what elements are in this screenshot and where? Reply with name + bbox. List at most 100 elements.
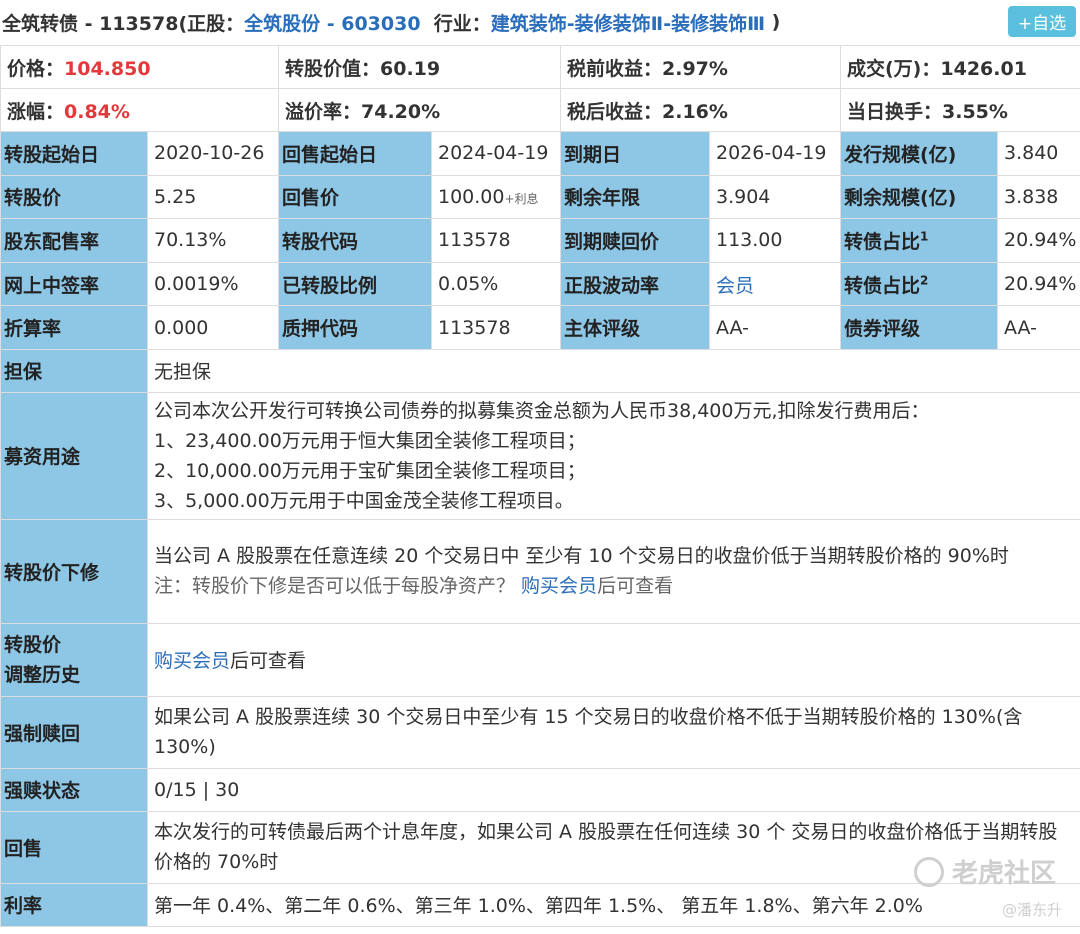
info-value-text: 0.000 <box>154 316 209 339</box>
info-value: 0.05% <box>431 261 561 307</box>
buy-member-link[interactable]: 购买会员 <box>521 575 597 597</box>
note-prefix: 注：转股价下修是否可以低于每股净资产？ <box>154 575 522 598</box>
summary-label: 成交(万)： <box>847 57 941 80</box>
adjust-history-label-line: 调整历史 <box>4 663 81 686</box>
info-value-text: 20.94% <box>1004 273 1077 296</box>
summary-cell: 当日换手：3.55% <box>839 88 1080 132</box>
info-value: 100.00+利息 <box>431 174 561 220</box>
info-label: 转债占比2 <box>840 261 998 307</box>
info-label: 转股价 <box>0 174 148 220</box>
forced-redeem-label: 强制赎回 <box>0 695 148 769</box>
info-value: 3.838 <box>996 174 1080 220</box>
info-label-text: 质押代码 <box>282 318 359 341</box>
info-value: 113.00 <box>709 218 841 263</box>
adjust-history-suffix: 后可查看 <box>230 650 307 673</box>
info-label-text: 折算率 <box>4 318 62 341</box>
author-watermark: @潘东升 <box>1001 901 1062 919</box>
info-label: 已转股比例 <box>278 261 432 307</box>
info-value-text: 2026-04-19 <box>716 142 827 165</box>
info-value-text: 2024-04-19 <box>438 142 549 165</box>
summary-label: 当日换手： <box>847 100 943 123</box>
summary-cell: 涨幅：0.84% <box>0 88 279 132</box>
summary-cell: 税前收益：2.97% <box>560 45 841 89</box>
bond-detail-table: 价格：104.850 转股价值：60.19 税前收益：2.97% 成交(万)：1426… <box>0 45 1080 927</box>
forced-redeem-row: 强制赎回 如果公司 A 股股票连续 30 个交易日中至少有 15 个交易日的收盘… <box>0 695 1080 769</box>
info-label-text: 已转股比例 <box>282 274 378 297</box>
guarantee-row: 担保 无担保 <box>0 348 1080 393</box>
info-value-text: 2020-10-26 <box>154 142 265 165</box>
down-revision-note: 注：转股价下修是否可以低于每股净资产？ 购买会员后可查看 <box>154 571 1074 601</box>
member-link[interactable]: 会员 <box>716 275 754 297</box>
info-label: 债券评级 <box>840 305 998 350</box>
info-label: 正股波动率 <box>560 261 710 307</box>
info-label-text: 转股价 <box>4 187 62 210</box>
funds-line: 公司本次公开发行可转换公司债券的拟募集资金总额为人民币38,400万元,扣除发行… <box>154 399 930 422</box>
industry-link[interactable]: 建筑装饰-装修装饰Ⅱ-装修装饰Ⅲ <box>491 9 765 36</box>
info-label-text: 回售起始日 <box>282 143 378 166</box>
summary-value: 3.55% <box>942 100 1008 123</box>
putback-label: 回售 <box>0 810 148 884</box>
down-revision-row: 转股价下修 当公司 A 股股票在任意连续 20 个交易日中 至少有 10 个交易… <box>0 518 1080 624</box>
info-label-text: 到期日 <box>564 143 622 166</box>
info-value: AA- <box>996 305 1080 350</box>
funds-line: 1、23,400.00万元用于恒大集团全装修工程项目； <box>154 429 586 452</box>
summary-cell: 税后收益：2.16% <box>560 88 841 132</box>
guarantee-value: 无担保 <box>146 348 1080 393</box>
interest-label: 利率 <box>0 882 148 927</box>
info-value: 20.94% <box>996 218 1080 263</box>
info-value-text: 100.00 <box>438 185 505 208</box>
info-label-text: 转债占比 <box>844 230 921 253</box>
add-watchlist-button[interactable]: +自选 <box>1008 6 1076 37</box>
close-paren: ) <box>765 11 781 33</box>
info-label-text: 转债占比 <box>844 274 921 297</box>
info-label-text: 转股代码 <box>282 230 359 253</box>
summary-value: 1426.01 <box>940 57 1027 80</box>
summary-row: 涨幅：0.84% 溢价率：74.20% 税后收益：2.16% 当日换手：3.55% <box>0 88 1080 132</box>
info-value[interactable]: 会员 <box>709 261 841 307</box>
summary-label: 转股价值： <box>285 57 381 80</box>
info-value-text: 3.904 <box>716 185 771 208</box>
info-row: 折算率 0.000 质押代码 113578 主体评级 AA- 债券评级 AA- <box>0 305 1080 350</box>
info-label: 转债占比1 <box>840 218 998 263</box>
info-label: 网上中签率 <box>0 261 148 307</box>
info-label: 发行规模(亿) <box>840 131 998 176</box>
summary-value: 60.19 <box>380 57 441 80</box>
funds-label: 募资用途 <box>0 391 148 520</box>
summary-label: 价格： <box>7 57 65 80</box>
summary-cell: 价格：104.850 <box>0 45 279 89</box>
adjust-history-label: 转股价 调整历史 <box>0 622 148 697</box>
summary-value: 2.97% <box>662 57 728 80</box>
info-value: 0.0019% <box>147 261 279 307</box>
footnote-mark: 2 <box>920 273 929 288</box>
funds-line: 2、10,000.00万元用于宝矿集团全装修工程项目； <box>154 459 586 482</box>
info-label-text: 正股波动率 <box>564 274 660 297</box>
info-label-text: 剩余年限 <box>564 187 641 210</box>
summary-row: 价格：104.850 转股价值：60.19 税前收益：2.97% 成交(万)：1426… <box>0 45 1080 89</box>
info-value: 5.25 <box>147 174 279 220</box>
summary-label: 税前收益： <box>567 57 663 80</box>
info-value: 113578 <box>431 305 561 350</box>
summary-cell: 成交(万)：1426.01 <box>839 45 1080 89</box>
info-label-text: 网上中签率 <box>4 274 100 297</box>
info-value-text: 0.0019% <box>154 273 239 296</box>
note-suffix: 后可查看 <box>597 575 674 598</box>
summary-label: 溢价率： <box>285 100 362 123</box>
info-label: 到期日 <box>560 131 710 176</box>
info-value: 2024-04-19 <box>431 131 561 176</box>
info-value-text: 20.94% <box>1004 229 1077 252</box>
tiger-logo-icon <box>913 856 944 887</box>
forced-redeem-value: 如果公司 A 股股票连续 30 个交易日中至少有 15 个交易日的收盘价格不低于… <box>146 695 1080 769</box>
adjust-history-label-line: 转股价 <box>4 633 62 656</box>
info-label-text: 债券评级 <box>844 318 921 341</box>
buy-member-link[interactable]: 购买会员 <box>154 650 230 672</box>
info-label-text: 发行规模(亿) <box>844 143 957 166</box>
stock-link[interactable]: 全筑股份 - 603030 <box>244 9 420 36</box>
bond-header: 全筑转债 - 113578 (正股： 全筑股份 - 603030 行业： 建筑装… <box>0 0 1080 44</box>
info-value-text: 5.25 <box>154 185 197 208</box>
redeem-status-row: 强赎状态 0/15 | 30 <box>0 767 1080 812</box>
info-label: 回售起始日 <box>278 131 432 176</box>
funds-row: 募资用途 公司本次公开发行可转换公司债券的拟募集资金总额为人民币38,400万元… <box>0 391 1080 520</box>
info-row: 股东配售率 70.13% 转股代码 113578 到期赎回价 113.00 转债占比1 20.… <box>0 218 1080 263</box>
footnote-mark: 1 <box>920 229 929 244</box>
info-label: 转股起始日 <box>0 131 148 176</box>
